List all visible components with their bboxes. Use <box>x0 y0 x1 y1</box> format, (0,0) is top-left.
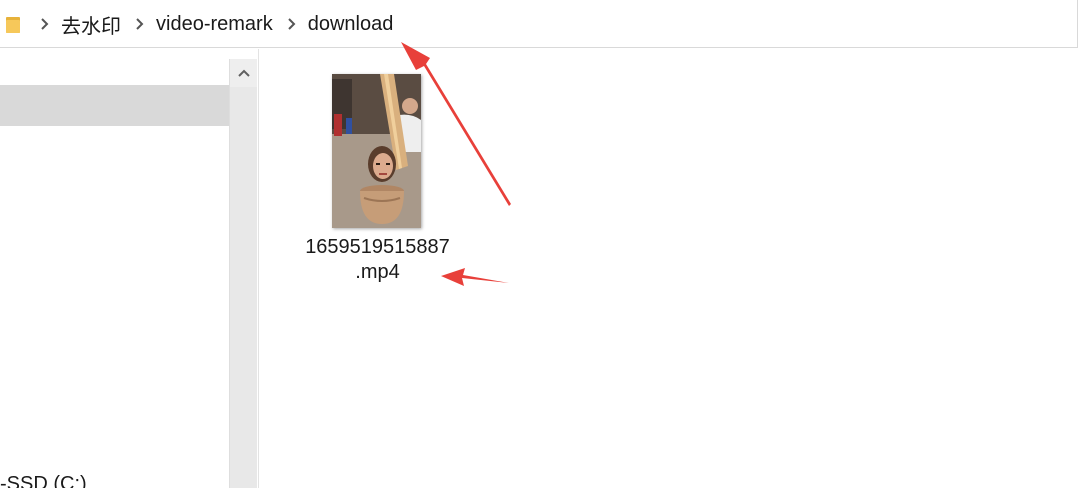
file-list-area[interactable]: 1659519515887 .mp4 <box>259 49 1080 488</box>
chevron-right-icon[interactable] <box>38 17 52 31</box>
file-name-label[interactable]: 1659519515887 .mp4 <box>295 235 460 285</box>
nav-scrollbar[interactable] <box>229 59 257 488</box>
scroll-up-icon <box>237 69 250 77</box>
nav-item-selected[interactable] <box>0 85 229 126</box>
chevron-right-icon[interactable] <box>285 17 299 31</box>
file-name-line2: .mp4 <box>355 261 400 283</box>
file-explorer-window: 去水印 video-remark download -SSD (C:) 1659… <box>0 0 1080 488</box>
video-thumbnail-image <box>332 74 421 228</box>
chevron-right-icon[interactable] <box>133 17 147 31</box>
nav-item-drive-c[interactable]: -SSD (C:) <box>0 473 87 488</box>
breadcrumb: 去水印 video-remark download <box>38 0 405 48</box>
breadcrumb-item-download[interactable]: download <box>308 13 394 36</box>
scroll-up-button[interactable] <box>230 59 257 87</box>
navigation-pane: -SSD (C:) <box>0 49 258 488</box>
breadcrumb-item-video-remark[interactable]: video-remark <box>156 13 273 36</box>
address-bar[interactable]: 去水印 video-remark download <box>0 0 1078 48</box>
folder-icon <box>6 17 20 33</box>
video-thumbnail[interactable] <box>332 74 421 228</box>
file-name-line1: 1659519515887 <box>305 236 450 258</box>
breadcrumb-item-quwater[interactable]: 去水印 <box>61 10 121 39</box>
file-item[interactable]: 1659519515887 .mp4 <box>295 73 465 293</box>
